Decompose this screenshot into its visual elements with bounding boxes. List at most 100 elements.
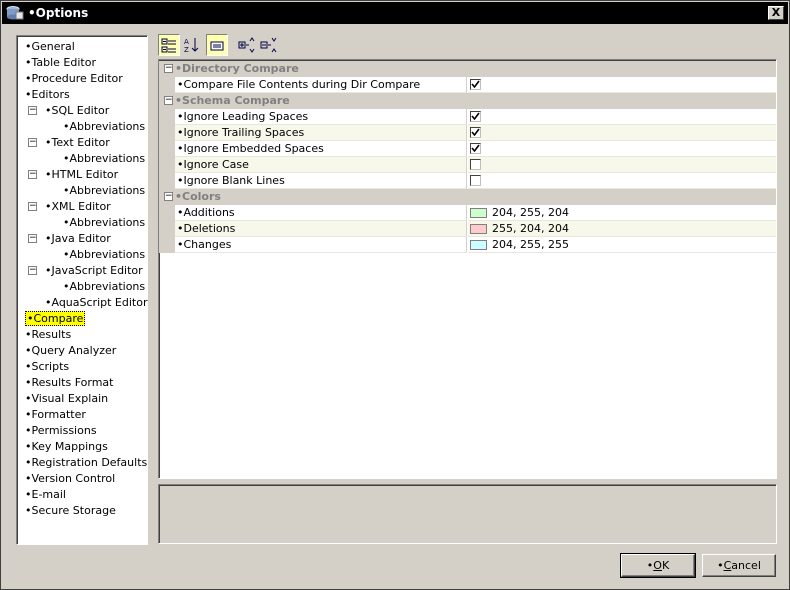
collapse-all-button[interactable] bbox=[258, 34, 280, 56]
tree-item[interactable]: •Abbreviations bbox=[63, 119, 145, 135]
ignore-embedded-spaces-checkbox[interactable] bbox=[470, 143, 481, 154]
tree-item[interactable]: •E-mail bbox=[25, 487, 66, 503]
collapse-icon[interactable]: − bbox=[28, 202, 37, 211]
changes-color-value[interactable]: 204, 255, 255 bbox=[468, 237, 776, 253]
tree-item[interactable]: − •Text Editor bbox=[28, 135, 110, 151]
tree-item[interactable]: •Secure Storage bbox=[25, 503, 116, 519]
close-icon: X bbox=[771, 6, 781, 19]
tree-item[interactable]: •Abbreviations bbox=[63, 247, 145, 263]
ignore-trailing-spaces-checkbox[interactable] bbox=[470, 127, 481, 138]
window-title: •Options bbox=[28, 6, 89, 20]
category-schema-compare[interactable]: − •Schema Compare bbox=[159, 93, 776, 109]
tree-item[interactable]: •Abbreviations bbox=[63, 215, 145, 231]
tree-item-label: •SQL Editor bbox=[45, 104, 110, 117]
property-row[interactable]: •Additions 204, 255, 204 bbox=[159, 205, 776, 221]
compare-file-contents-checkbox[interactable] bbox=[470, 79, 481, 90]
tree-item[interactable]: − •SQL Editor bbox=[28, 103, 110, 119]
tree-item-label: •Formatter bbox=[25, 408, 86, 421]
property-row[interactable]: •Ignore Trailing Spaces bbox=[159, 125, 776, 141]
tree-item[interactable]: •Version Control bbox=[25, 471, 115, 487]
property-value bbox=[468, 157, 776, 173]
ok-button[interactable]: •OK bbox=[620, 553, 696, 578]
tree-item-label: •Abbreviations bbox=[63, 280, 146, 293]
options-dialog: •Options X •General •Table Editor •Procedu… bbox=[0, 0, 790, 590]
tree-item[interactable]: − •JavaScript Editor bbox=[28, 263, 143, 279]
expand-all-button[interactable] bbox=[236, 34, 258, 56]
tree-item-label: •AquaScript Editor bbox=[45, 296, 148, 309]
ignore-case-checkbox[interactable] bbox=[470, 159, 481, 170]
collapse-icon[interactable]: − bbox=[164, 96, 173, 105]
tree-item[interactable]: •Procedure Editor bbox=[25, 71, 123, 87]
property-toolbar: A Z bbox=[158, 34, 298, 56]
categorized-view-button[interactable] bbox=[158, 34, 180, 56]
ignore-leading-spaces-checkbox[interactable] bbox=[470, 111, 481, 122]
property-name: •Additions bbox=[175, 205, 467, 221]
collapse-icon[interactable]: − bbox=[28, 266, 37, 275]
tree-item[interactable]: •Abbreviations bbox=[63, 151, 145, 167]
property-value bbox=[468, 141, 776, 157]
tree-item[interactable]: •Registration Defaults bbox=[25, 455, 147, 471]
tree-item[interactable]: •Editors bbox=[25, 87, 70, 103]
property-row[interactable]: •Changes 204, 255, 255 bbox=[159, 237, 776, 253]
description-panel bbox=[158, 484, 777, 544]
sort-alphabetical-button[interactable]: A Z bbox=[180, 34, 202, 56]
tree-item-label: •Compare bbox=[25, 311, 86, 326]
tree-item[interactable]: •General bbox=[25, 39, 75, 55]
tree-item[interactable]: •Scripts bbox=[25, 359, 69, 375]
deletions-color-value[interactable]: 255, 204, 204 bbox=[468, 221, 776, 237]
tree-item-label: •XML Editor bbox=[45, 200, 111, 213]
show-description-button[interactable] bbox=[206, 34, 228, 56]
property-row[interactable]: •Ignore Leading Spaces bbox=[159, 109, 776, 125]
tree-item[interactable]: •Compare bbox=[25, 311, 86, 327]
collapse-icon[interactable]: − bbox=[164, 192, 173, 201]
tree-item-label: •E-mail bbox=[25, 488, 66, 501]
tree-item[interactable]: •Table Editor bbox=[25, 55, 96, 71]
collapse-icon[interactable]: − bbox=[28, 106, 37, 115]
color-text: 204, 255, 204 bbox=[492, 206, 569, 219]
tree-item[interactable]: •Formatter bbox=[25, 407, 86, 423]
tree-item[interactable]: − •Java Editor bbox=[28, 231, 111, 247]
property-row[interactable]: •Ignore Embedded Spaces bbox=[159, 141, 776, 157]
collapse-icon[interactable]: − bbox=[28, 234, 37, 243]
tree-item-label: •Query Analyzer bbox=[25, 344, 117, 357]
color-swatch bbox=[470, 208, 487, 218]
categorized-view-icon bbox=[161, 38, 176, 53]
tree-item[interactable]: •Key Mappings bbox=[25, 439, 108, 455]
tree-item[interactable]: •Visual Explain bbox=[25, 391, 108, 407]
tree-item-label: •JavaScript Editor bbox=[45, 264, 143, 277]
tree-item[interactable]: •AquaScript Editor bbox=[45, 295, 147, 311]
tree-item[interactable]: •Results bbox=[25, 327, 71, 343]
tree-item[interactable]: •Abbreviations bbox=[63, 183, 145, 199]
title-bar[interactable]: •Options X bbox=[2, 2, 788, 24]
tree-item[interactable]: •Results Format bbox=[25, 375, 113, 391]
tree-item[interactable]: •Permissions bbox=[25, 423, 97, 439]
color-text: 204, 255, 255 bbox=[492, 238, 569, 251]
additions-color-value[interactable]: 204, 255, 204 bbox=[468, 205, 776, 221]
close-button[interactable]: X bbox=[768, 6, 784, 20]
svg-text:Z: Z bbox=[184, 46, 189, 53]
property-row[interactable]: •Compare File Contents during Dir Compar… bbox=[159, 77, 776, 93]
property-row[interactable]: •Ignore Case bbox=[159, 157, 776, 173]
tree-item-label: •HTML Editor bbox=[45, 168, 119, 181]
category-label: •Schema Compare bbox=[175, 94, 290, 107]
tree-item[interactable]: − •XML Editor bbox=[28, 199, 111, 215]
collapse-icon[interactable]: − bbox=[28, 170, 37, 179]
property-row[interactable]: •Ignore Blank Lines bbox=[159, 173, 776, 189]
collapse-icon[interactable]: − bbox=[164, 64, 173, 73]
tree-item[interactable]: •Query Analyzer bbox=[25, 343, 116, 359]
cancel-button[interactable]: •Cancel bbox=[702, 554, 776, 577]
options-tree[interactable]: •General •Table Editor •Procedure Editor •E… bbox=[16, 35, 148, 545]
tree-item-label: •Text Editor bbox=[45, 136, 110, 149]
ok-rest: K bbox=[661, 559, 670, 572]
property-value bbox=[468, 125, 776, 141]
tree-item-label: •Procedure Editor bbox=[25, 72, 123, 85]
property-name: •Ignore Trailing Spaces bbox=[175, 125, 467, 141]
tree-item-label: •Results bbox=[25, 328, 72, 341]
tree-item[interactable]: •Abbreviations bbox=[63, 279, 145, 295]
collapse-icon[interactable]: − bbox=[28, 138, 37, 147]
ignore-blank-lines-checkbox[interactable] bbox=[470, 175, 481, 186]
tree-item[interactable]: − •HTML Editor bbox=[28, 167, 119, 183]
category-directory-compare[interactable]: − •Directory Compare bbox=[159, 61, 776, 77]
category-colors[interactable]: − •Colors bbox=[159, 189, 776, 205]
property-row[interactable]: •Deletions 255, 204, 204 bbox=[159, 221, 776, 237]
